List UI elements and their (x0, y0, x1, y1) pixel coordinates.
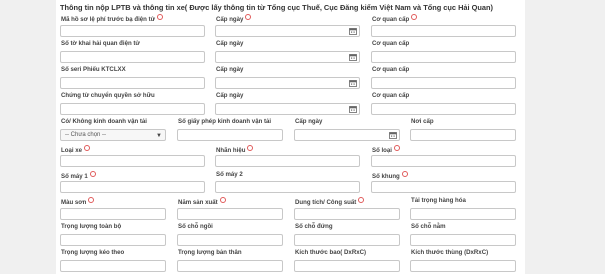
cap-ngay-4-input[interactable] (215, 103, 360, 115)
calendar-icon[interactable] (349, 79, 357, 87)
tai-trong-input[interactable] (410, 208, 516, 220)
kich-thuoc-bao-input[interactable] (294, 260, 400, 272)
nhan-hieu-input[interactable] (215, 155, 360, 167)
so-to-khai-input[interactable] (60, 51, 205, 63)
so-khung-label: Số khung (372, 171, 408, 181)
so-may-2-input[interactable] (215, 181, 360, 193)
co-quan-cap-3-label: Cơ quan cấp (372, 66, 410, 73)
cap-ngay-3-input[interactable] (215, 77, 360, 89)
so-khung-input[interactable] (371, 181, 516, 193)
trong-luong-toan-bo-label: Trọng lượng toàn bộ (61, 223, 122, 230)
kinh-doanh-select[interactable]: -- Chưa chọn -- ▼ (60, 129, 166, 141)
giay-phep-input[interactable] (177, 129, 283, 141)
trong-luong-toan-bo-input[interactable] (60, 234, 166, 246)
mau-son-input[interactable] (60, 208, 166, 220)
noi-cap-label: Nơi cấp (411, 118, 434, 125)
chevron-down-icon: ▼ (156, 133, 162, 139)
cap-ngay-2-input[interactable] (215, 51, 360, 63)
so-seri-input[interactable] (60, 77, 205, 89)
cap-ngay-1-input[interactable] (215, 25, 360, 37)
required-icon (157, 14, 164, 20)
so-may-1-label: Số máy 1 (61, 171, 96, 181)
so-cho-dung-input[interactable] (294, 234, 400, 246)
so-loai-label: Số loại (372, 145, 400, 155)
co-quan-cap-1-input[interactable] (371, 25, 516, 37)
section-title: Thông tin nộp LPTB và thông tin xe( Được… (60, 3, 494, 12)
cap-ngay-5-label: Cấp ngày (295, 118, 323, 125)
cap-ngay-1-label: Cấp ngày (216, 14, 252, 24)
nam-san-xuat-input[interactable] (177, 208, 283, 220)
so-may-1-input[interactable] (60, 181, 205, 193)
so-loai-input[interactable] (371, 155, 516, 167)
kich-thuoc-bao-label: Kích thước bao( DxRxC) (295, 249, 367, 256)
cap-ngay-4-label: Cấp ngày (216, 92, 244, 99)
so-cho-ngoi-label: Số chỗ ngồi (178, 223, 213, 230)
dung-tich-label: Dung tích/ Công suất (295, 197, 365, 207)
cap-ngay-5-input[interactable] (294, 129, 400, 141)
required-icon (393, 145, 400, 151)
co-quan-cap-4-label: Cơ quan cấp (372, 92, 410, 99)
kinh-doanh-selected-value: -- Chưa chọn -- (65, 132, 107, 138)
required-icon (245, 14, 252, 20)
kich-thuoc-thung-label: Kích thước thùng (DxRxC) (411, 249, 489, 256)
required-icon (358, 197, 365, 203)
chung-tu-label: Chứng từ chuyển quyền sở hữu (61, 92, 155, 99)
so-cho-nam-input[interactable] (410, 234, 516, 246)
kinh-doanh-label: Có/ Không kinh doanh vận tải (61, 118, 147, 125)
calendar-icon[interactable] (389, 131, 397, 139)
trong-luong-keo-theo-input[interactable] (60, 260, 166, 272)
required-icon (89, 171, 96, 177)
required-icon (88, 197, 95, 203)
giay-phep-label: Số giấy phép kinh doanh vận tải (178, 118, 272, 125)
required-icon (411, 14, 418, 20)
so-cho-dung-label: Số chỗ đứng (295, 223, 333, 230)
noi-cap-input[interactable] (410, 129, 516, 141)
loai-xe-input[interactable] (60, 155, 205, 167)
nam-san-xuat-label: Năm sản xuất (178, 197, 226, 207)
required-icon (247, 145, 254, 151)
required-icon (84, 145, 90, 151)
chung-tu-input[interactable] (60, 103, 205, 115)
so-cho-nam-label: Số chỗ nằm (411, 223, 446, 230)
co-quan-cap-4-input[interactable] (371, 103, 516, 115)
ma-ho-so-label: Mã hồ sơ lệ phí trước bạ điện tử (61, 14, 164, 24)
kich-thuoc-thung-input[interactable] (410, 260, 516, 272)
nhan-hieu-label: Nhãn hiệu (216, 145, 254, 155)
cap-ngay-3-label: Cấp ngày (216, 66, 244, 73)
co-quan-cap-2-label: Cơ quan cấp (372, 40, 410, 47)
mau-son-label: Màu sơn (61, 197, 95, 207)
trong-luong-ban-than-label: Trọng lượng bản thân (178, 249, 242, 256)
calendar-icon[interactable] (349, 27, 357, 35)
co-quan-cap-3-input[interactable] (371, 77, 516, 89)
dung-tich-input[interactable] (294, 208, 400, 220)
so-cho-ngoi-input[interactable] (177, 234, 283, 246)
so-may-2-label: Số máy 2 (216, 171, 243, 178)
required-icon (219, 197, 226, 203)
tai-trong-label: Tải trọng hàng hóa (411, 197, 466, 204)
calendar-icon[interactable] (349, 53, 357, 61)
co-quan-cap-1-label: Cơ quan cấp (372, 14, 418, 24)
so-seri-label: Số seri Phiếu KTCLXX (61, 66, 126, 73)
co-quan-cap-2-input[interactable] (371, 51, 516, 63)
cap-ngay-2-label: Cấp ngày (216, 40, 244, 47)
ma-ho-so-input[interactable] (60, 25, 205, 37)
so-to-khai-label: Số tờ khai hải quan điện tử (61, 40, 140, 47)
trong-luong-ban-than-input[interactable] (177, 260, 283, 272)
required-icon (401, 171, 408, 177)
trong-luong-keo-theo-label: Trọng lượng kéo theo (61, 249, 125, 256)
calendar-icon[interactable] (349, 105, 357, 113)
loai-xe-label: Loại xe (61, 145, 90, 155)
